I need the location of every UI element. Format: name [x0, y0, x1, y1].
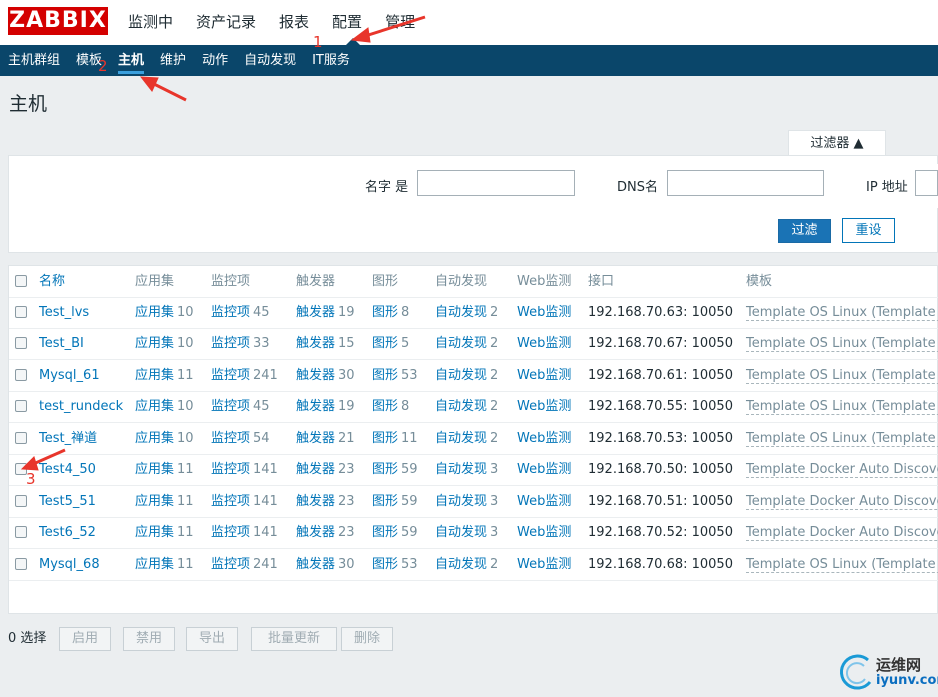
- annotation-number-1: 1: [313, 33, 323, 51]
- annotation-overlay: [20, 15, 426, 471]
- watermark-url: iyunv.com: [876, 673, 938, 688]
- annotation-arrowhead-1: [350, 27, 371, 43]
- site-watermark: 运维网 iyunv.com: [838, 650, 938, 694]
- annotation-number-2: 2: [98, 57, 108, 75]
- annotation-arrowhead-2: [139, 76, 159, 92]
- annotation-number-3: 3: [26, 470, 36, 488]
- watermark-title: 运维网: [876, 656, 922, 674]
- annotation-arrow-1: [361, 15, 426, 39]
- annotation-arrowhead-3: [20, 456, 39, 471]
- watermark-logo-icon: [839, 654, 872, 690]
